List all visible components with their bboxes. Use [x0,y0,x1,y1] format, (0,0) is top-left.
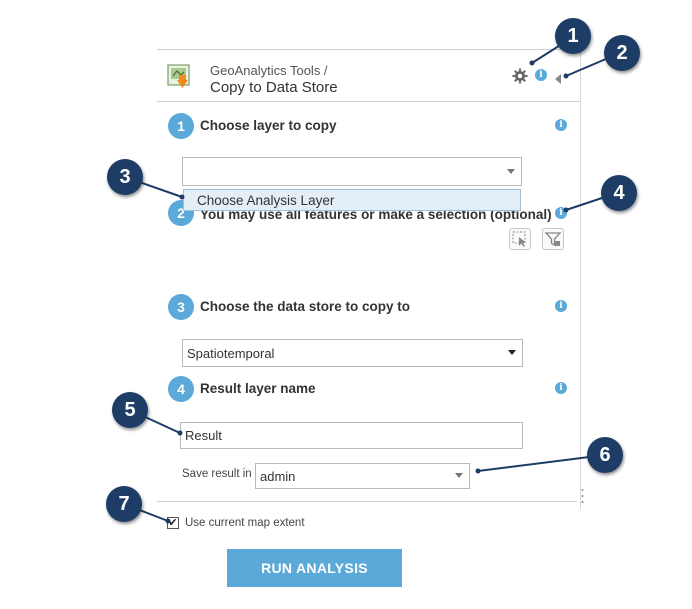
callout-2: 2 [604,35,640,71]
callout-6: 6 [587,437,623,473]
leader-dot-4 [563,207,569,213]
leader-line-6 [477,454,606,472]
leader-dot-5 [177,430,183,436]
callout-7: 7 [106,486,142,522]
leader-dot-7 [165,518,171,524]
leader-dot-2 [563,73,569,79]
leader-dot-1 [529,60,535,66]
leader-dot-3 [179,194,185,200]
callout-leader-lines [123,36,621,524]
callout-3: 3 [107,159,143,195]
callout-4: 4 [601,175,637,211]
leader-dot-6 [475,468,481,474]
callout-1: 1 [555,18,591,54]
callout-5: 5 [112,392,148,428]
